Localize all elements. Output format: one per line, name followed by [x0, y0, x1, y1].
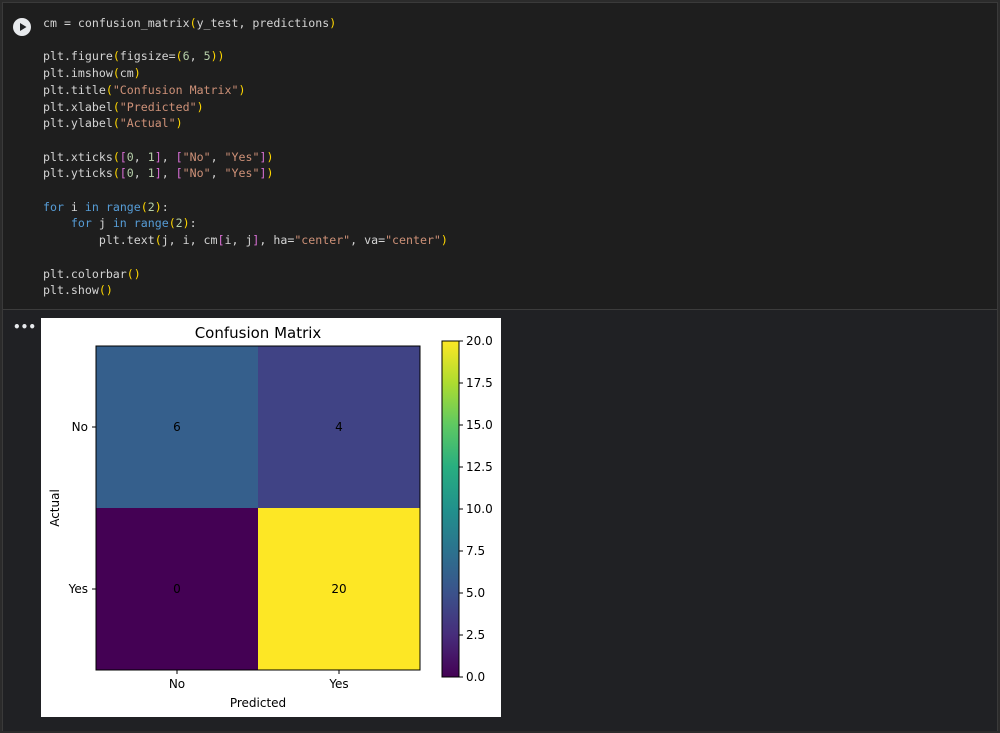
colorbar-tick-label: 5.0 [466, 586, 485, 600]
colorbar-gradient [442, 341, 459, 677]
confusion-matrix-chart: Confusion Matrix 6 4 0 20 No Yes No Yes Predicted… [48, 324, 493, 710]
output-menu-button[interactable]: ••• [13, 320, 36, 334]
cell-value-label: 6 [173, 420, 181, 434]
chart-figure: Confusion Matrix 6 4 0 20 No Yes No Yes Predicted… [41, 318, 501, 717]
y-axis-label: Actual [48, 489, 62, 527]
notebook-cell: cm = confusion_matrix(y_test, prediction… [2, 2, 998, 731]
cell-output: ••• Confusion Matrix 6 4 0 20 No Yes No … [3, 309, 997, 731]
y-tick-label: Yes [68, 582, 88, 596]
x-tick-label: No [169, 677, 185, 691]
more-horiz-icon: ••• [13, 320, 37, 334]
cell-value-label: 20 [331, 582, 346, 596]
cell-value-label: 0 [173, 582, 181, 596]
x-tick-label: Yes [328, 677, 348, 691]
colorbar-tick-label: 0.0 [466, 670, 485, 684]
colorbar-tick-label: 17.5 [466, 376, 493, 390]
cell-value-label: 4 [335, 420, 343, 434]
code-editor[interactable]: cm = confusion_matrix(y_test, prediction… [3, 3, 997, 309]
colorbar-tick-label: 20.0 [466, 334, 493, 348]
colorbar-tick-label: 10.0 [466, 502, 493, 516]
y-tick-label: No [72, 420, 88, 434]
colorbar-tick-label: 15.0 [466, 418, 493, 432]
code-text[interactable]: cm = confusion_matrix(y_test, prediction… [43, 15, 448, 299]
x-axis-label: Predicted [230, 696, 286, 710]
play-icon [20, 23, 27, 31]
run-cell-button[interactable] [13, 18, 31, 36]
colorbar-tick-label: 2.5 [466, 628, 485, 642]
colorbar-tick-label: 7.5 [466, 544, 485, 558]
chart-title: Confusion Matrix [195, 324, 322, 342]
colorbar-tick-label: 12.5 [466, 460, 493, 474]
